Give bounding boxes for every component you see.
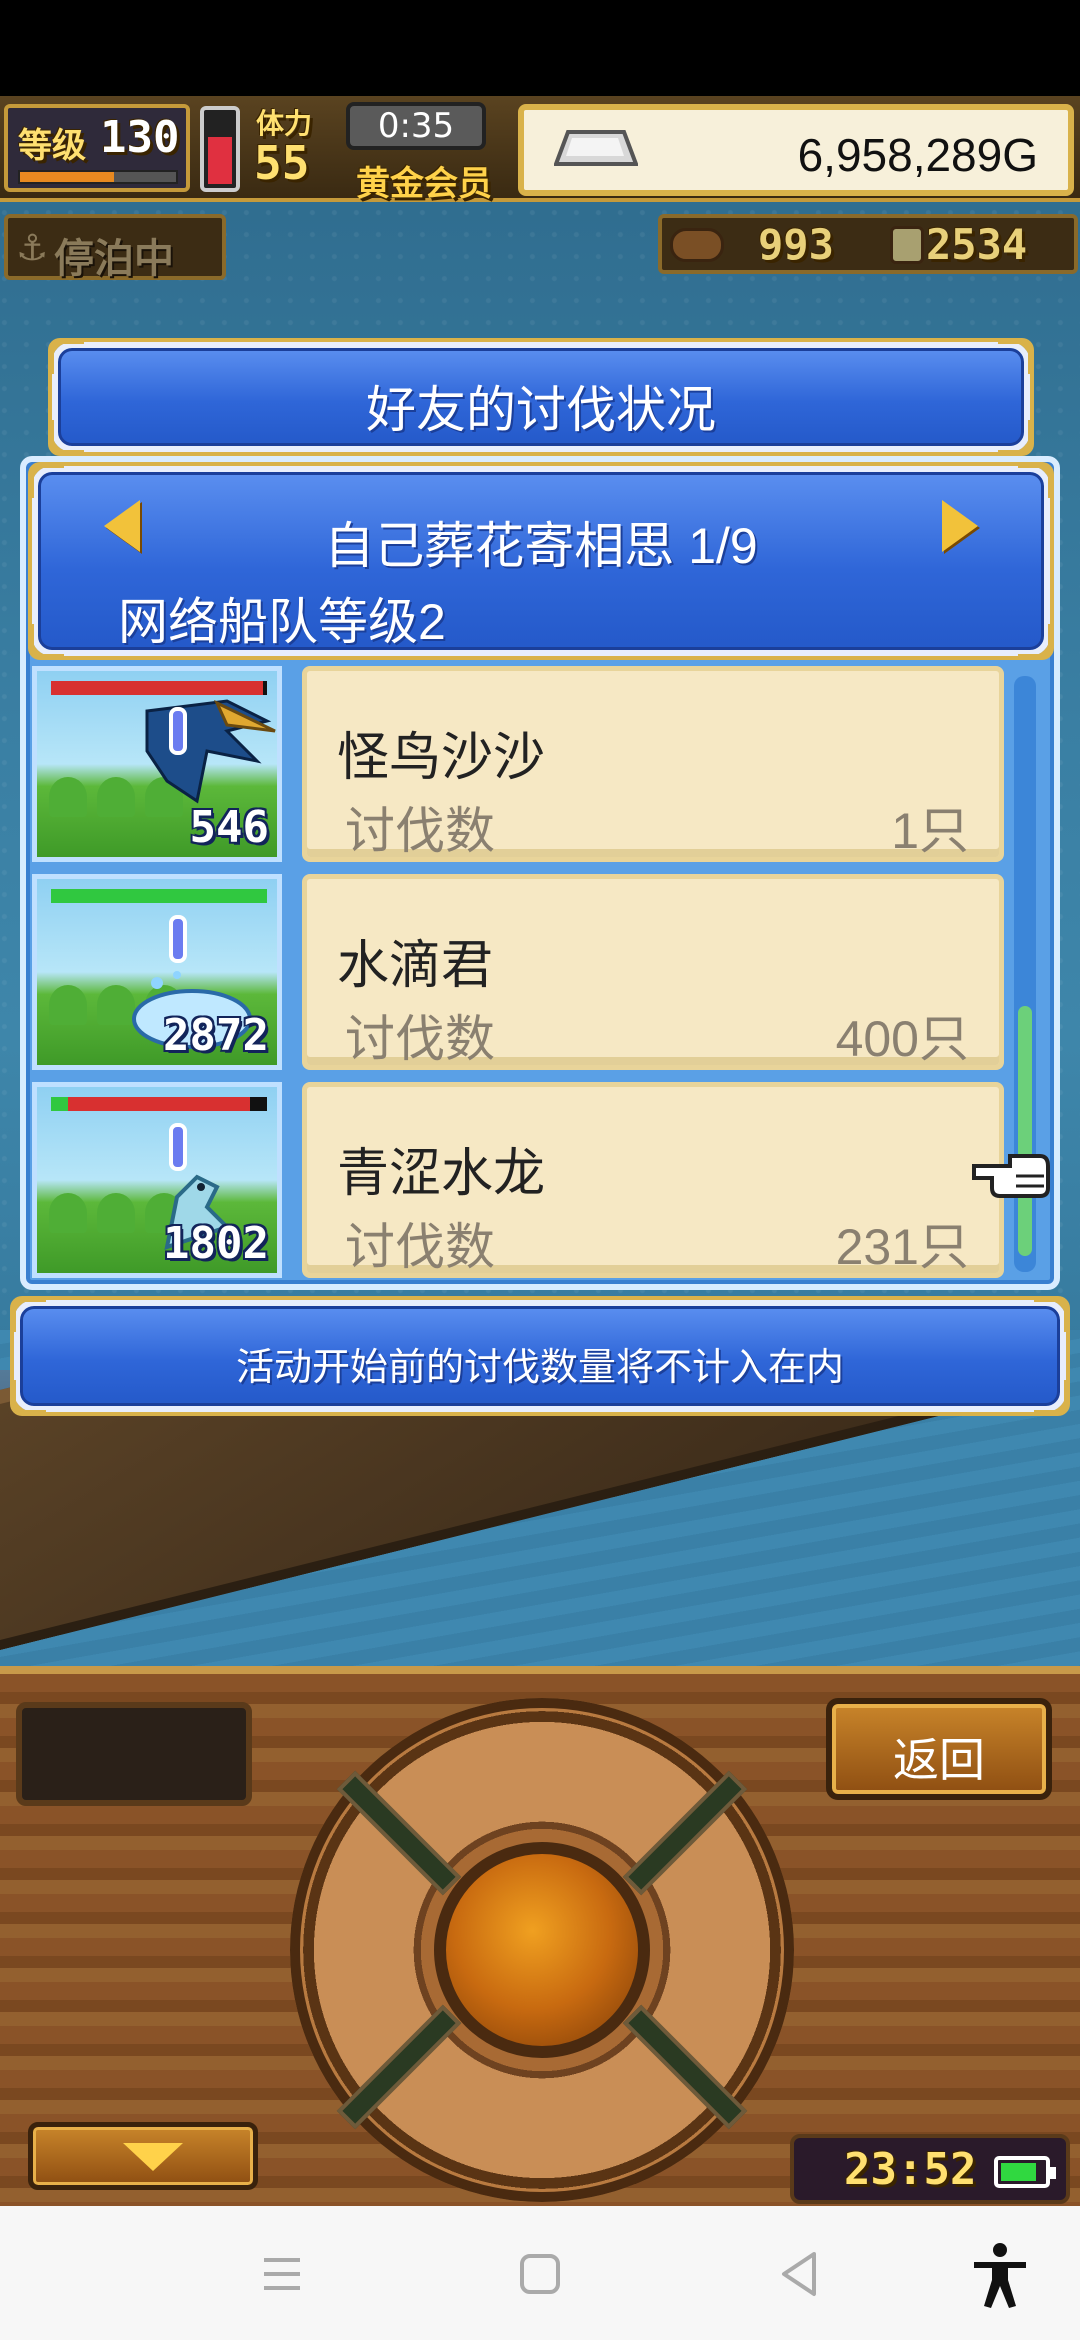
level-value: 130 (100, 112, 180, 163)
stamina-gauge (200, 106, 240, 192)
gold-corner (28, 624, 64, 660)
kill-count-label: 讨伐数 (345, 1011, 495, 1067)
back-button-label: 返回 (893, 1734, 985, 1786)
recent-apps-icon[interactable] (244, 2236, 320, 2312)
monster-thumbnail: 1802 (32, 1082, 282, 1278)
fleet-level: 网络船队等级2 (118, 594, 446, 650)
dpad-right-button[interactable] (640, 1880, 780, 2020)
monster-card: 水滴君 讨伐数 400只 (302, 874, 1004, 1070)
monster-hp-bar (51, 889, 267, 903)
gold-corner (48, 338, 84, 374)
ore-icon (890, 226, 924, 264)
bush (97, 1193, 135, 1233)
monster-card: 怪鸟沙沙 讨伐数 1只 (302, 666, 1004, 862)
dialog-title-panel: 好友的讨伐状况 (48, 338, 1034, 456)
level-label: 等级 (18, 126, 86, 166)
monster-row[interactable]: 1802 青涩水龙 讨伐数 231只 (32, 1082, 1004, 1278)
down-arrow-icon (123, 2143, 183, 2171)
dpad-divider (336, 1770, 462, 1896)
monster-card: 青涩水龙 讨伐数 231只 (302, 1082, 1004, 1278)
gold-value: 6,958,289G (797, 129, 1038, 181)
docked-status: ⚓ 停泊中 (4, 214, 226, 282)
docked-label: 停泊中 (54, 236, 174, 282)
gold-corner (998, 338, 1034, 374)
anchor-icon: ⚓ (16, 228, 49, 269)
status-bar: 等级 130 体力 55 0:35 黄金会员 6,958,289G (0, 96, 1080, 204)
wood-log-icon (670, 228, 724, 262)
gold-corner (28, 462, 64, 498)
dpad-divider (336, 2004, 462, 2130)
friend-header-panel: 自己葬花寄相思 1/9 网络船队等级2 (28, 462, 1054, 660)
monster-count: 2872 (163, 1010, 269, 1061)
system-navigation-bar (0, 2206, 1080, 2340)
stamina-value: 55 (254, 136, 310, 190)
monster-name: 青涩水龙 (337, 1145, 546, 1203)
control-panel: 返回 23:52 (0, 1666, 1080, 2206)
dpad-down-button[interactable] (472, 2048, 612, 2188)
dpad-divider (622, 1770, 748, 1896)
exclamation-icon (169, 915, 187, 963)
monster-hp-fill (68, 1097, 250, 1111)
level-box: 等级 130 (4, 104, 190, 192)
battery-fill (1001, 2163, 1036, 2181)
ore-value: 2534 (926, 220, 1028, 269)
scrollbar-thumb[interactable] (1018, 1006, 1032, 1256)
resource-counter: 993 2534 (658, 214, 1078, 274)
dpad-center-button[interactable] (434, 1842, 650, 2058)
notice-panel: 活动开始前的讨伐数量将不计入在内 (10, 1296, 1070, 1416)
monster-hp-bar (51, 681, 267, 695)
home-icon[interactable] (502, 2236, 578, 2312)
kill-count-value: 1只 (891, 803, 969, 859)
clock-box: 23:52 (790, 2134, 1070, 2204)
kill-count-label: 讨伐数 (345, 803, 495, 859)
accessibility-icon[interactable] (962, 2236, 1038, 2312)
membership-label: 黄金会员 (356, 164, 492, 204)
stamina-timer: 0:35 (346, 102, 486, 150)
dpad-up-button[interactable] (472, 1712, 612, 1852)
battery-icon (994, 2156, 1056, 2188)
bush (49, 1193, 87, 1233)
monster-hp-fill (51, 681, 263, 695)
back-button[interactable]: 返回 (826, 1698, 1052, 1800)
stamina-gauge-fill (208, 137, 232, 184)
dialog-title: 好友的讨伐状况 (366, 382, 716, 438)
back-icon[interactable] (762, 2236, 838, 2312)
bush (49, 777, 87, 817)
gold-corner (1034, 1296, 1070, 1332)
monster-count: 1802 (163, 1218, 269, 1269)
notice-text: 活动开始前的讨伐数量将不计入在内 (235, 1347, 844, 1389)
kill-count-value: 231只 (835, 1219, 969, 1275)
monster-row[interactable]: 546 怪鸟沙沙 讨伐数 1只 (32, 666, 1004, 862)
right-arrow-icon[interactable] (942, 500, 978, 552)
menu-down-button[interactable] (28, 2122, 258, 2190)
exclamation-icon (169, 707, 187, 755)
monster-row[interactable]: 2872 水滴君 讨伐数 400只 (32, 874, 1004, 1070)
monster-hp-bar (51, 1097, 267, 1111)
exp-bar (18, 170, 178, 184)
mini-screen (16, 1702, 252, 1806)
clock-time: 23:52 (844, 2144, 977, 2195)
silver-ingot-icon (554, 130, 638, 166)
kill-count-label: 讨伐数 (345, 1219, 495, 1275)
gold-corner (1018, 624, 1054, 660)
monster-name: 水滴君 (337, 937, 494, 995)
gold-panel[interactable]: 6,958,289G (518, 104, 1074, 196)
monster-count: 546 (189, 802, 269, 853)
monster-thumbnail: 2872 (32, 874, 282, 1070)
monster-name: 怪鸟沙沙 (337, 729, 546, 787)
directional-pad[interactable] (290, 1698, 794, 2202)
exclamation-icon (169, 1123, 187, 1171)
wood-value: 993 (758, 220, 834, 269)
gold-corner (1018, 462, 1054, 498)
dpad-divider (622, 2004, 748, 2130)
friend-name: 自己葬花寄相思 1/9 (324, 518, 758, 574)
pointing-hand-icon (972, 1154, 1050, 1198)
gold-corner (10, 1296, 46, 1332)
exp-bar-fill (20, 172, 114, 182)
kill-count-value: 400只 (835, 1011, 969, 1067)
monster-thumbnail: 546 (32, 666, 282, 862)
monster-hp-fill (51, 889, 267, 903)
dpad-left-button[interactable] (304, 1880, 444, 2020)
bush (49, 985, 87, 1025)
